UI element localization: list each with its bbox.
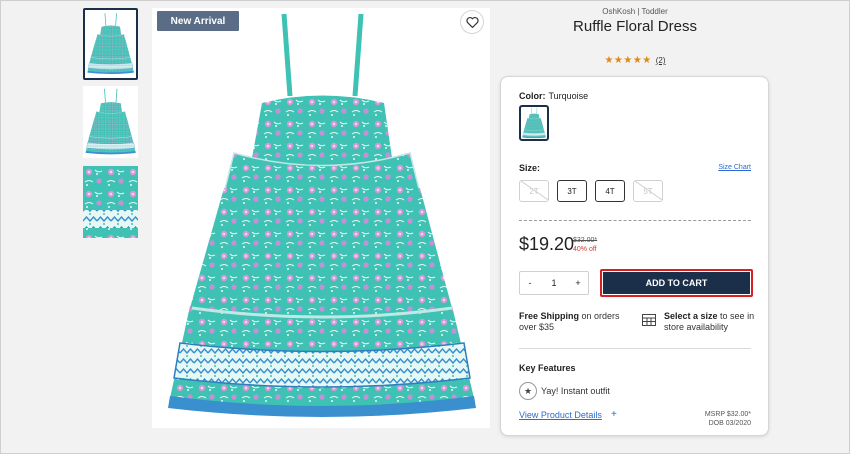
size-option-2t[interactable]: 2T xyxy=(519,180,549,202)
main-product-image xyxy=(152,8,490,428)
color-label: Color: Turquoise xyxy=(519,91,588,101)
add-to-cart-highlight: ADD TO CART xyxy=(600,269,753,297)
key-features-title: Key Features xyxy=(519,363,576,373)
product-rating: ★★★★★ (2) xyxy=(500,55,770,66)
features-divider xyxy=(519,348,751,349)
quantity-increase-button[interactable]: + xyxy=(568,278,588,288)
dress-thumbnail-image xyxy=(85,10,136,78)
dress-image xyxy=(152,8,490,428)
quantity-value[interactable]: 1 xyxy=(544,278,564,288)
favorite-button[interactable] xyxy=(460,10,484,34)
add-to-cart-button[interactable]: ADD TO CART xyxy=(603,272,750,294)
product-title: Ruffle Floral Dress xyxy=(573,18,697,35)
store-availability-bold: Select a size xyxy=(664,311,718,321)
size-label: Size: xyxy=(519,163,541,173)
size-option-3t[interactable]: 3T xyxy=(557,180,587,202)
free-shipping-bold: Free Shipping xyxy=(519,311,580,321)
store-availability-info: Select a size to see in store availabili… xyxy=(664,311,756,333)
view-product-details-link[interactable]: View Product Details xyxy=(519,410,602,420)
dress-back-thumbnail-image xyxy=(83,86,138,158)
size-option-4t[interactable]: 4T xyxy=(595,180,625,202)
store-grid-icon xyxy=(642,314,656,326)
original-price: $32.00* xyxy=(573,237,598,244)
color-label-text: Color: xyxy=(519,91,546,101)
product-brand: OshKosh | Toddler xyxy=(602,7,668,16)
fabric-detail-thumbnail-image xyxy=(83,166,138,238)
review-count-link[interactable]: (2) xyxy=(656,56,666,65)
feature-item: Yay! Instant outfit xyxy=(541,386,610,396)
size-option-5t[interactable]: 5T xyxy=(633,180,663,202)
thumbnail-back[interactable] xyxy=(83,86,138,158)
dob-value: DOB 03/2020 xyxy=(708,420,751,427)
rating-stars-icon: ★★★★★ xyxy=(604,55,652,66)
price-divider xyxy=(519,220,751,221)
new-arrival-badge: New Arrival xyxy=(157,11,239,31)
quantity-decrease-button[interactable]: - xyxy=(520,278,540,288)
free-shipping-info: Free Shipping on orders over $35 xyxy=(519,311,631,333)
purchase-card: Color: Turquoise Size: Size Chart 2T 3T 4… xyxy=(500,76,769,436)
current-price: $19.20 xyxy=(519,234,575,254)
color-swatch-turquoise[interactable] xyxy=(519,105,549,141)
msrp-info: MSRP $32.00* DOB 03/2020 xyxy=(705,410,751,428)
quantity-stepper: - 1 + xyxy=(519,271,589,295)
color-value: Turquoise xyxy=(548,91,589,101)
thumbnail-detail[interactable] xyxy=(83,166,138,238)
heart-icon xyxy=(465,16,479,28)
size-chart-link[interactable]: Size Chart xyxy=(718,164,751,171)
thumbnail-front[interactable] xyxy=(83,8,138,80)
swatch-dress-image xyxy=(521,107,547,139)
discount-label: 40% off xyxy=(573,246,597,253)
expand-plus-icon[interactable]: + xyxy=(611,409,617,420)
star-badge-icon: ★ xyxy=(519,382,537,400)
msrp-value: MSRP $32.00* xyxy=(704,411,751,418)
